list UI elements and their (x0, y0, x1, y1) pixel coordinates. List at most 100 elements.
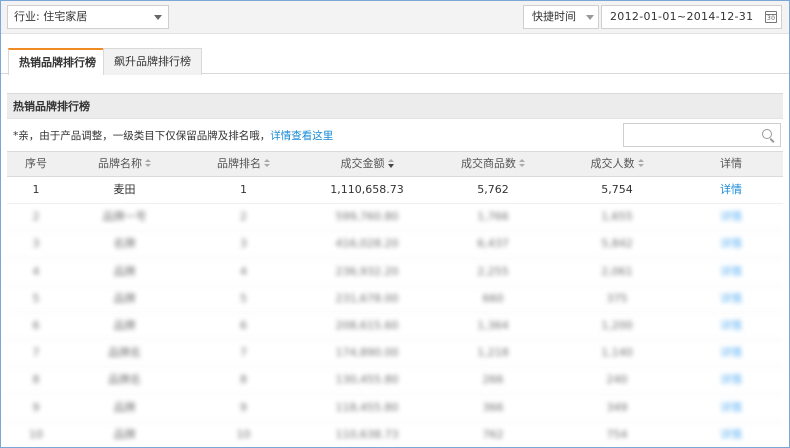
column-header-amount[interactable]: 成交金额 (303, 152, 431, 176)
search-input[interactable] (624, 124, 754, 146)
sort-desc-icon (387, 159, 394, 168)
cell-rank: 5 (240, 291, 247, 305)
table-row: 3 名牌 3 416,028.20 6,437 5,842 详情 (7, 231, 783, 259)
cell-rank: 7 (240, 346, 247, 360)
column-label: 成交商品数 (461, 157, 516, 170)
cell-idx: 7 (32, 346, 40, 360)
detail-link[interactable]: 详情 (679, 395, 783, 421)
quick-time-select[interactable]: 快捷时间 (523, 5, 599, 29)
column-label: 序号 (25, 157, 47, 170)
cell-idx: 1 (32, 183, 40, 196)
cell-amount: 231,678.00 (335, 291, 399, 305)
cell-brand: 品牌 (113, 427, 136, 441)
cell-buyers: 754 (606, 427, 628, 441)
cell-brand: 品牌名 (108, 346, 141, 360)
column-label: 详情 (720, 157, 742, 170)
column-header-index: 序号 (7, 152, 65, 176)
table-row: 2 品牌一号 2 599,760.80 1,766 1,655 详情 (7, 204, 783, 232)
cell-amount: 118,455.80 (335, 400, 399, 414)
cell-buyers: 1,140 (601, 346, 633, 360)
cell-rank: 1 (240, 183, 247, 196)
cell-amount: 416,028.20 (335, 237, 399, 251)
column-label: 品牌名称 (98, 157, 142, 170)
notice-text: *亲，由于产品调整，一级类目下仅保留品牌及排名哦，详情查看这里 (13, 129, 333, 143)
column-label: 成交金额 (340, 157, 385, 170)
column-header-rank[interactable]: 品牌排名 (184, 152, 303, 176)
tab-bar: 热销品牌排行榜 飙升品牌排行榜 (1, 34, 789, 75)
tab-label: 热销品牌排行榜 (19, 56, 96, 69)
cell-items: 1,364 (477, 318, 509, 332)
calendar-icon[interactable] (765, 11, 777, 23)
cell-rank: 4 (240, 264, 247, 278)
detail-link[interactable]: 详情 (679, 340, 783, 366)
cell-buyers: 5,842 (601, 237, 633, 251)
cell-idx: 10 (29, 427, 43, 441)
detail-link[interactable]: 详情 (679, 367, 783, 393)
cell-amount: 174,890.00 (335, 346, 399, 360)
detail-link[interactable]: 详情 (679, 422, 783, 447)
quick-time-label: 快捷时间 (532, 10, 576, 23)
table-header: 序号 品牌名称 品牌排名 成交金额 成交商品数 成交人数 详情 (7, 151, 783, 177)
toolbar: 行业: 住宅家居 快捷时间 2012-01-01~2014-12-31 (1, 1, 789, 34)
chevron-down-icon (154, 15, 162, 20)
table-row: 10 品牌 10 110,638.73 762 754 详情 (7, 422, 783, 447)
detail-link[interactable]: 详情 (679, 231, 783, 257)
table-row: 8 品牌名 8 130,455.80 266 240 详情 (7, 367, 783, 395)
detail-link[interactable]: 详情 (679, 259, 783, 285)
table-row: 9 品牌 9 118,455.80 366 349 详情 (7, 395, 783, 422)
detail-link[interactable]: 详情 (679, 286, 783, 312)
cell-items: 762 (482, 427, 504, 441)
industry-select-label: 行业: 住宅家居 (14, 10, 88, 23)
table-body: 1 麦田 1 1,110,658.73 5,762 5,754 详情 2 品牌一号 2 599,76… (7, 177, 783, 447)
cell-brand: 品牌名 (108, 373, 141, 387)
cell-buyers: 1,655 (601, 210, 633, 224)
table-row: 5 品牌 5 231,678.00 660 375 详情 (7, 286, 783, 313)
cell-amount: 236,932.20 (335, 264, 399, 278)
tab-hot-brands[interactable]: 热销品牌排行榜 (8, 48, 107, 75)
detail-link[interactable]: 详情 (679, 313, 783, 339)
sort-icon (264, 159, 270, 168)
cell-items: 366 (482, 400, 504, 414)
table-row: 7 品牌名 7 174,890.00 1,218 1,140 详情 (7, 340, 783, 368)
sort-icon (519, 159, 525, 168)
column-label: 成交人数 (590, 157, 635, 170)
cell-idx: 3 (32, 237, 40, 251)
table-row: 4 品牌 4 236,932.20 2,255 2,061 详情 (7, 259, 783, 286)
detail-link[interactable]: 详情 (679, 204, 783, 230)
column-header-items[interactable]: 成交商品数 (431, 152, 555, 176)
cell-buyers: 349 (606, 400, 628, 414)
cell-amount: 130,455.80 (335, 373, 399, 387)
cell-items: 266 (482, 373, 504, 387)
chevron-down-icon (586, 15, 594, 20)
cell-rank: 9 (240, 400, 247, 414)
search-icon[interactable] (762, 129, 772, 139)
cell-items: 1,218 (477, 346, 509, 360)
industry-select[interactable]: 行业: 住宅家居 (7, 5, 169, 29)
cell-amount: 208,615.60 (335, 318, 399, 332)
cell-amount: 599,760.80 (335, 210, 399, 224)
tab-label: 飙升品牌排行榜 (114, 55, 191, 68)
notice-message: *亲，由于产品调整，一级类目下仅保留品牌及排名哦， (13, 130, 271, 142)
sort-icon (145, 159, 151, 168)
cell-brand: 品牌 (113, 291, 136, 305)
tab-rising-brands[interactable]: 飙升品牌排行榜 (103, 48, 202, 75)
cell-brand: 麦田 (113, 183, 136, 196)
cell-rank: 3 (240, 237, 247, 251)
cell-amount: 1,110,658.73 (330, 183, 404, 196)
cell-brand: 品牌 (113, 318, 136, 332)
cell-items: 6,437 (477, 237, 509, 251)
column-header-brand[interactable]: 品牌名称 (65, 152, 184, 176)
column-header-buyers[interactable]: 成交人数 (555, 152, 679, 176)
search-box (623, 123, 781, 147)
cell-rank: 10 (236, 427, 251, 441)
detail-link[interactable]: 详情 (679, 177, 783, 203)
cell-items: 660 (482, 291, 504, 305)
cell-brand: 品牌 (113, 400, 136, 414)
cell-brand: 品牌 (113, 264, 136, 278)
notice-link[interactable]: 详情查看这里 (270, 130, 333, 142)
date-range-picker[interactable]: 2012-01-01~2014-12-31 (601, 5, 782, 29)
cell-idx: 8 (32, 373, 40, 387)
column-label: 品牌排名 (217, 157, 261, 170)
cell-items: 1,766 (477, 210, 509, 224)
brand-ranking-table: 序号 品牌名称 品牌排名 成交金额 成交商品数 成交人数 详情 1 麦田 1 1,11… (7, 151, 783, 447)
